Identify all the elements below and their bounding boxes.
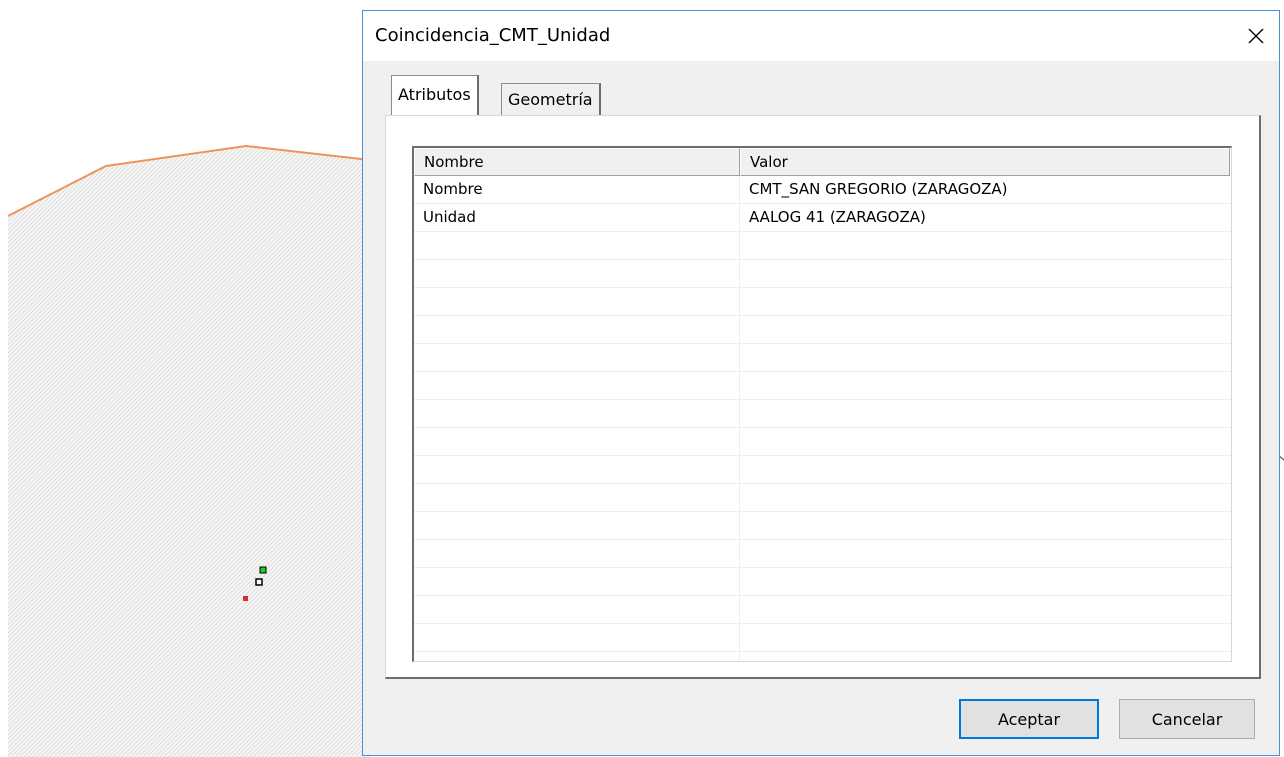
empty-row [414, 344, 1231, 372]
empty-cell [740, 260, 1230, 287]
empty-cell [414, 512, 740, 539]
empty-row [414, 260, 1231, 288]
empty-row [414, 484, 1231, 512]
map-vertex-marker[interactable] [259, 566, 267, 574]
map-vertex-marker[interactable] [243, 596, 248, 601]
cell-nombre: Unidad [414, 204, 740, 231]
aceptar-button[interactable]: Aceptar [959, 699, 1099, 739]
empty-row [414, 652, 1231, 661]
empty-cell [740, 484, 1230, 511]
empty-cell [740, 624, 1230, 651]
empty-row [414, 540, 1231, 568]
empty-cell [740, 344, 1230, 371]
empty-row [414, 232, 1231, 260]
map-vertex-marker[interactable] [255, 578, 263, 586]
empty-cell [740, 232, 1230, 259]
empty-cell [414, 288, 740, 315]
cell-valor: AALOG 41 (ZARAGOZA) [749, 208, 926, 226]
empty-cell [414, 652, 740, 661]
cell-nombre: Nombre [414, 176, 740, 203]
list-body: Nombre CMT_SAN GREGORIO (ZARAGOZA) Unida… [414, 176, 1231, 661]
empty-cell [414, 540, 740, 567]
empty-row [414, 568, 1231, 596]
empty-cell [414, 372, 740, 399]
empty-row [414, 400, 1231, 428]
column-header-valor[interactable]: Valor [740, 148, 1230, 176]
map-polygon[interactable] [8, 146, 370, 757]
empty-row [414, 596, 1231, 624]
tab-atributos[interactable]: Atributos [391, 75, 479, 115]
empty-cell [740, 652, 1230, 661]
empty-row [414, 512, 1231, 540]
empty-cell [414, 344, 740, 371]
empty-row [414, 316, 1231, 344]
empty-cell [740, 540, 1230, 567]
empty-cell [414, 316, 740, 343]
empty-cell [740, 400, 1230, 427]
dialog-titlebar[interactable]: Coincidencia_CMT_Unidad [363, 11, 1279, 61]
empty-cell [740, 568, 1230, 595]
empty-cell [414, 400, 740, 427]
cancelar-button[interactable]: Cancelar [1119, 699, 1255, 739]
empty-cell [414, 624, 740, 651]
close-button[interactable] [1233, 11, 1279, 61]
empty-row [414, 372, 1231, 400]
empty-cell [414, 596, 740, 623]
close-icon [1248, 28, 1264, 44]
empty-cell [414, 484, 740, 511]
table-row[interactable]: Nombre CMT_SAN GREGORIO (ZARAGOZA) [414, 176, 1231, 204]
empty-cell [740, 512, 1230, 539]
column-header-nombre[interactable]: Nombre [414, 148, 740, 176]
tab-panel-atributos: Nombre Valor Nombre CMT_SAN GREGORIO (ZA… [385, 115, 1261, 679]
empty-row [414, 624, 1231, 652]
attributes-dialog: Coincidencia_CMT_Unidad Atributos Geomet… [362, 10, 1280, 756]
empty-cell [414, 232, 740, 259]
empty-cell [740, 372, 1230, 399]
cell-valor: CMT_SAN GREGORIO (ZARAGOZA) [749, 180, 1008, 198]
empty-cell [740, 428, 1230, 455]
tab-geometria[interactable]: Geometría [501, 83, 601, 116]
empty-cell [414, 568, 740, 595]
empty-cell [740, 596, 1230, 623]
table-row[interactable]: Unidad AALOG 41 (ZARAGOZA) [414, 204, 1231, 232]
dialog-title: Coincidencia_CMT_Unidad [375, 25, 611, 46]
empty-cell [414, 428, 740, 455]
empty-cell [414, 260, 740, 287]
empty-row [414, 456, 1231, 484]
empty-row [414, 288, 1231, 316]
empty-cell [414, 456, 740, 483]
attributes-list[interactable]: Nombre Valor Nombre CMT_SAN GREGORIO (ZA… [412, 146, 1232, 662]
empty-cell [740, 456, 1230, 483]
list-header: Nombre Valor [414, 148, 1231, 176]
empty-cell [740, 316, 1230, 343]
empty-cell [740, 288, 1230, 315]
empty-row [414, 428, 1231, 456]
